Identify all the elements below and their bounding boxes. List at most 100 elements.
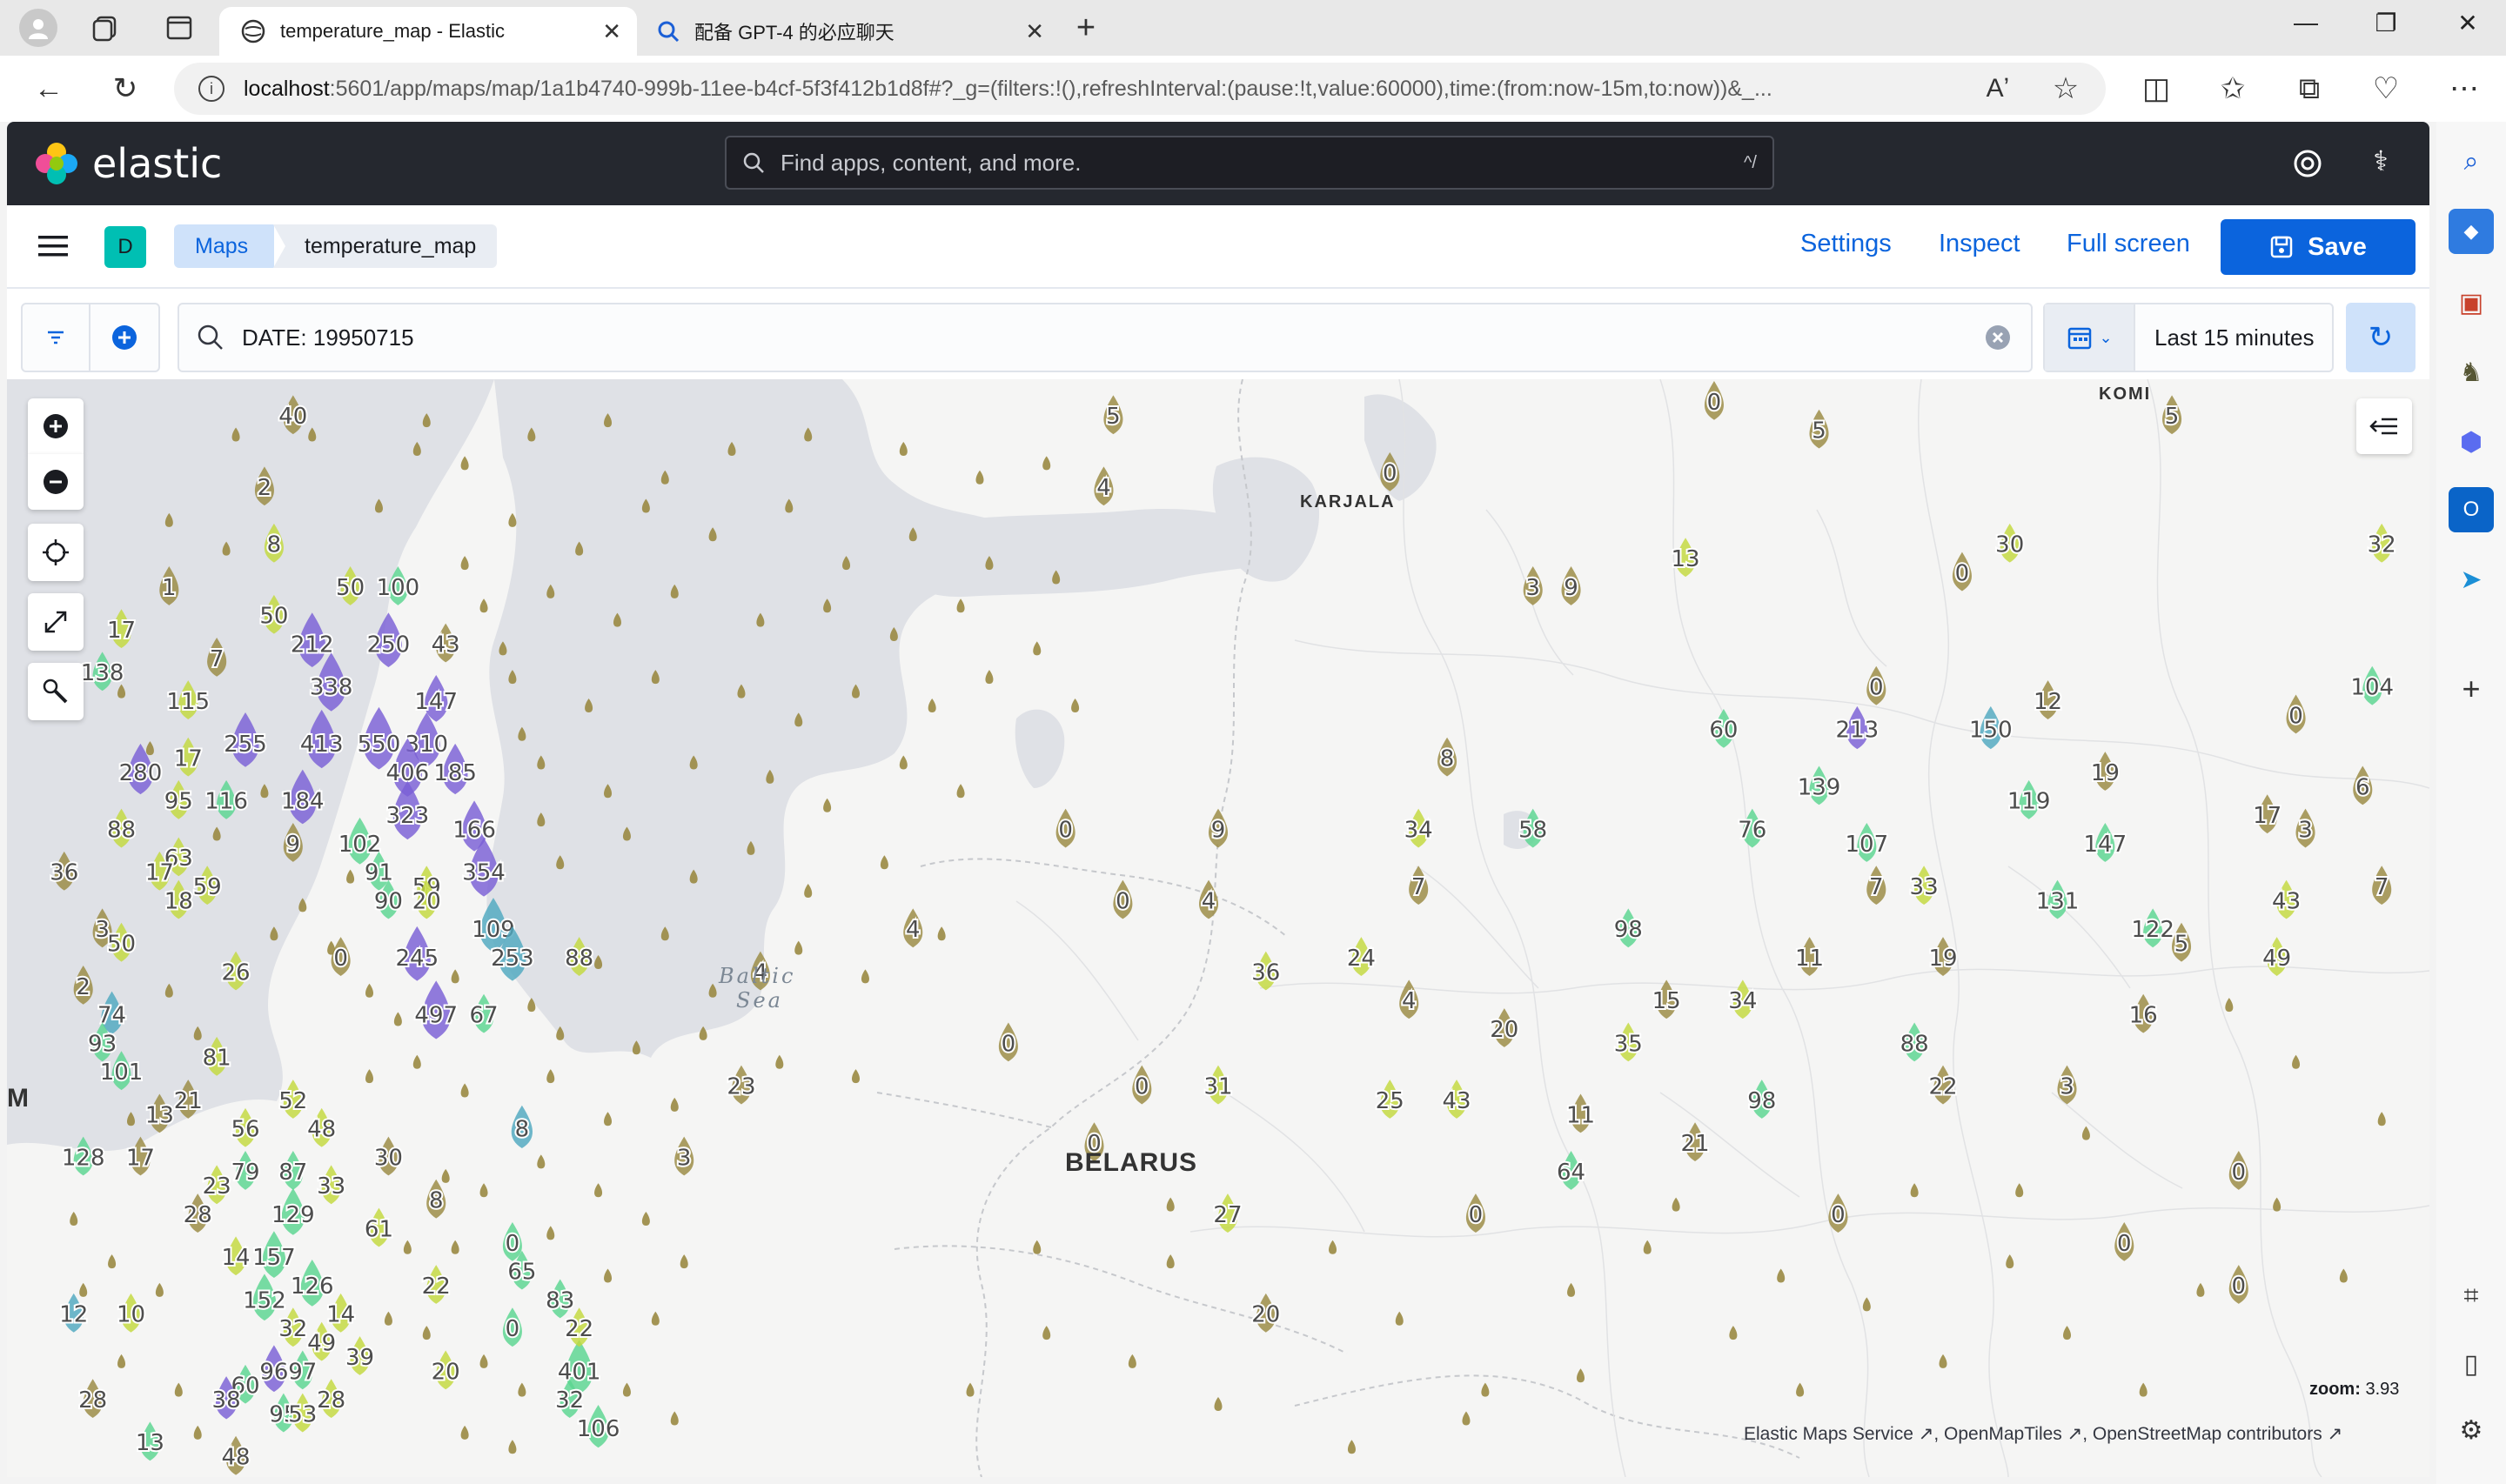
temperature-marker[interactable]: 20	[430, 1350, 462, 1390]
temperature-marker[interactable]: 20	[1250, 1293, 1282, 1333]
search-icon[interactable]: ⌕	[2449, 139, 2494, 184]
map-canvas[interactable]: 40 8 2 1 17 7 50 50 100 212 250 43 138 115 338 147 255 41…	[7, 379, 2429, 1477]
close-icon[interactable]: ✕	[602, 18, 621, 45]
tools-button[interactable]	[28, 663, 84, 720]
briefcase-icon[interactable]: ▣	[2449, 280, 2494, 325]
temperature-marker[interactable]: 8	[1437, 737, 1457, 777]
temperature-marker[interactable]: 19	[2089, 752, 2121, 791]
zero-reading-marker[interactable]	[1347, 1440, 1356, 1454]
zero-reading-marker[interactable]	[2377, 1112, 2386, 1126]
zero-reading-marker[interactable]	[1329, 1240, 1337, 1254]
temperature-marker[interactable]: 147	[2082, 823, 2128, 862]
info-icon[interactable]: i	[198, 76, 224, 102]
zero-reading-marker[interactable]	[403, 1240, 412, 1254]
zero-reading-marker[interactable]	[851, 1069, 860, 1084]
temperature-marker[interactable]: 23	[201, 1165, 233, 1205]
zero-reading-marker[interactable]	[2081, 1126, 2090, 1140]
temperature-marker[interactable]: 102	[337, 817, 383, 865]
zero-reading-marker[interactable]	[479, 598, 488, 613]
temperature-marker[interactable]: 33	[315, 1165, 347, 1205]
zero-reading-marker[interactable]	[937, 926, 946, 941]
favorite-star-icon[interactable]: ☆	[2043, 66, 2088, 111]
zero-reading-marker[interactable]	[622, 1382, 631, 1397]
zero-reading-marker[interactable]	[479, 1354, 488, 1368]
temperature-marker[interactable]: 104	[2349, 665, 2395, 705]
temperature-marker[interactable]: 48	[220, 1435, 252, 1475]
clear-input-icon[interactable]	[1984, 324, 2012, 351]
temperature-marker[interactable]: 401	[556, 1340, 602, 1394]
temperature-marker[interactable]: 0	[502, 1221, 522, 1261]
temperature-marker[interactable]: 83	[544, 1279, 576, 1319]
temperature-marker[interactable]: 31	[1202, 1065, 1235, 1105]
temperature-marker[interactable]: 53	[286, 1393, 318, 1433]
zero-reading-marker[interactable]	[441, 1168, 450, 1183]
zero-reading-marker[interactable]	[823, 798, 832, 812]
temperature-marker[interactable]: 0	[2228, 1151, 2248, 1190]
zero-reading-marker[interactable]	[460, 1083, 469, 1098]
temperature-marker[interactable]: 0	[331, 937, 351, 976]
fit-to-data-button[interactable]	[28, 593, 84, 651]
zero-reading-marker[interactable]	[365, 983, 374, 998]
temperature-marker[interactable]: 7	[2372, 866, 2392, 906]
outlook-icon[interactable]: O	[2449, 487, 2494, 532]
zero-reading-marker[interactable]	[508, 1440, 517, 1454]
temperature-marker[interactable]: 34	[1726, 979, 1759, 1019]
new-tab-button[interactable]: +	[1065, 9, 1107, 50]
temperature-marker[interactable]: 36	[1250, 951, 1282, 991]
temperature-marker[interactable]: 13	[1670, 538, 1702, 578]
temperature-marker[interactable]: 152	[241, 1273, 288, 1321]
zero-reading-marker[interactable]	[2006, 1254, 2014, 1269]
zero-reading-marker[interactable]	[2273, 1197, 2282, 1212]
temperature-marker[interactable]: 12	[57, 1293, 90, 1333]
temperature-marker[interactable]: 28	[315, 1379, 347, 1419]
reload-icon[interactable]: ↻	[103, 66, 148, 111]
zero-reading-marker[interactable]	[1042, 1326, 1051, 1340]
zero-reading-marker[interactable]	[1214, 1397, 1223, 1412]
temperature-marker[interactable]: 43	[2270, 879, 2302, 919]
temperature-marker[interactable]: 0	[1055, 808, 1075, 848]
temperature-marker[interactable]: 497	[412, 980, 459, 1039]
temperature-marker[interactable]: 147	[412, 675, 459, 722]
space-avatar[interactable]: D	[104, 226, 146, 268]
zero-reading-marker[interactable]	[899, 755, 908, 770]
window-close-icon[interactable]: ✕	[2442, 9, 2494, 37]
zero-reading-marker[interactable]	[508, 512, 517, 527]
back-icon[interactable]: ←	[26, 66, 71, 111]
temperature-marker[interactable]: 33	[1908, 866, 1940, 906]
zero-reading-marker[interactable]	[1862, 1297, 1871, 1312]
zero-reading-marker[interactable]	[460, 456, 469, 471]
breadcrumb-maps[interactable]: Maps	[174, 224, 275, 268]
temperature-marker[interactable]: 64	[1555, 1151, 1587, 1190]
attribution-ems-link[interactable]: Elastic Maps Service	[1744, 1424, 1913, 1444]
zero-reading-marker[interactable]	[1796, 1382, 1805, 1397]
temperature-marker[interactable]: 3	[2057, 1065, 2077, 1105]
zero-reading-marker[interactable]	[641, 1211, 650, 1226]
temperature-marker[interactable]: 13	[134, 1421, 166, 1461]
close-icon[interactable]: ✕	[1025, 18, 1044, 45]
temperature-marker[interactable]: 21	[1678, 1122, 1712, 1162]
add-filter-button[interactable]	[90, 303, 160, 372]
temperature-marker[interactable]: 30	[1993, 523, 2026, 563]
temperature-marker[interactable]: 39	[344, 1336, 376, 1375]
settings-link[interactable]: Settings	[1800, 230, 1892, 258]
zero-reading-marker[interactable]	[155, 1282, 164, 1297]
zero-reading-marker[interactable]	[651, 1311, 660, 1326]
profile-avatar[interactable]	[19, 9, 57, 47]
add-icon[interactable]: +	[2449, 666, 2494, 712]
zero-reading-marker[interactable]	[966, 1382, 975, 1397]
zero-reading-marker[interactable]	[1462, 1411, 1471, 1426]
temperature-marker[interactable]: 3	[2295, 808, 2315, 848]
zero-reading-marker[interactable]	[1939, 1354, 1947, 1368]
temperature-marker[interactable]: 35	[1612, 1022, 1645, 1062]
help-icon[interactable]	[2288, 144, 2327, 183]
temperature-marker[interactable]: 43	[1440, 1080, 1473, 1119]
zero-reading-marker[interactable]	[956, 784, 965, 799]
temperature-marker[interactable]: 245	[393, 926, 440, 981]
zero-reading-marker[interactable]	[861, 969, 869, 984]
zero-reading-marker[interactable]	[2339, 1268, 2348, 1283]
minimize-icon[interactable]: —	[2280, 9, 2332, 37]
temperature-marker[interactable]: 0	[1113, 879, 1133, 919]
quick-select-button[interactable]: ⌄	[2045, 304, 2135, 371]
filter-options-button[interactable]	[21, 303, 90, 372]
zero-reading-marker[interactable]	[451, 1240, 459, 1254]
